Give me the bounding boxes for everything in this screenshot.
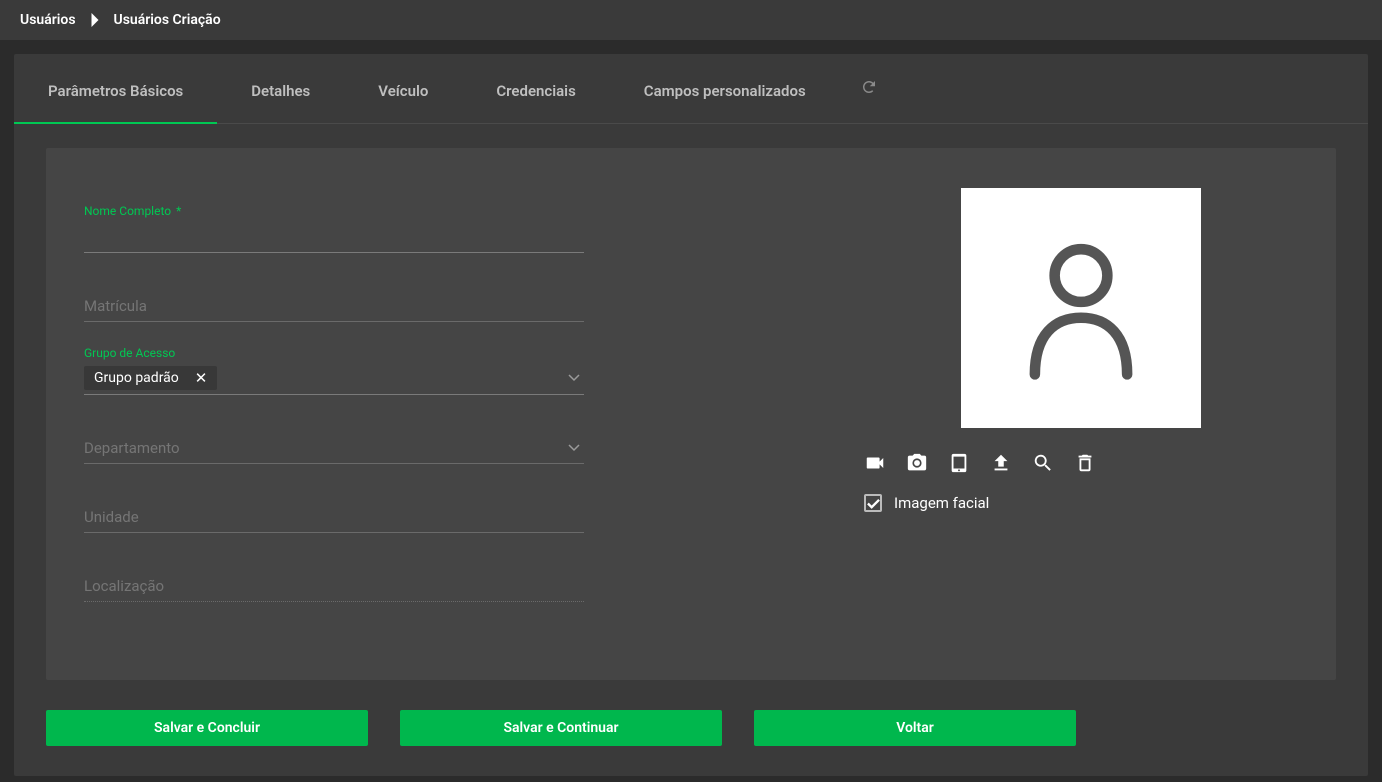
form-right: Imagem facial (584, 178, 1298, 640)
camera-icon (906, 452, 928, 474)
check-icon (867, 498, 880, 509)
nome-completo-label: Nome Completo * (84, 204, 584, 218)
field-nome-completo: Nome Completo * (84, 204, 584, 253)
photo-toolbar (864, 452, 1104, 478)
zoom-button[interactable] (1032, 452, 1054, 478)
video-camera-icon (864, 452, 886, 474)
chevron-down-icon (568, 367, 580, 386)
localizacao-input[interactable] (84, 571, 584, 602)
person-icon (1011, 236, 1151, 381)
main-panel: Parâmetros Básicos Detalhes Veículo Cred… (14, 54, 1368, 776)
unidade-input[interactable] (84, 502, 584, 533)
facial-image-row: Imagem facial (864, 494, 1104, 512)
grupo-chip: Grupo padrão ✕ (84, 366, 217, 390)
breadcrumb-root[interactable]: Usuários (20, 12, 76, 28)
tab-detalhes[interactable]: Detalhes (217, 54, 344, 124)
photo-placeholder (961, 188, 1201, 428)
tab-credenciais[interactable]: Credenciais (462, 54, 609, 124)
tab-campos-personalizados[interactable]: Campos personalizados (610, 54, 840, 124)
field-departamento (84, 433, 584, 464)
grupo-acesso-label: Grupo de Acesso (84, 346, 584, 360)
grupo-acesso-select[interactable]: Grupo padrão ✕ (84, 366, 584, 395)
camera-button[interactable] (906, 452, 928, 478)
field-unidade (84, 502, 584, 533)
facial-image-checkbox[interactable] (864, 494, 882, 512)
search-icon (1032, 452, 1054, 474)
tabs: Parâmetros Básicos Detalhes Veículo Cred… (14, 54, 1368, 124)
button-row: Salvar e Concluir Salvar e Continuar Vol… (14, 680, 1368, 776)
upload-icon (990, 452, 1012, 474)
grupo-chip-remove[interactable]: ✕ (195, 369, 208, 387)
trash-icon (1074, 452, 1096, 474)
nome-completo-input[interactable] (84, 224, 584, 253)
field-localizacao (84, 571, 584, 602)
tab-veiculo[interactable]: Veículo (344, 54, 462, 124)
chevron-right-icon (90, 13, 100, 27)
grupo-chip-label: Grupo padrão (94, 370, 179, 386)
facial-image-label: Imagem facial (894, 494, 989, 512)
matricula-input[interactable] (84, 291, 584, 322)
breadcrumb: Usuários Usuários Criação (0, 0, 1382, 40)
tab-parametros-basicos[interactable]: Parâmetros Básicos (14, 54, 217, 124)
field-grupo-acesso: Grupo de Acesso Grupo padrão ✕ (84, 346, 584, 395)
form-container: Nome Completo * Grupo de Acesso Grupo pa… (46, 148, 1336, 680)
field-matricula (84, 291, 584, 322)
refresh-icon (860, 78, 878, 96)
tablet-button[interactable] (948, 452, 970, 478)
delete-button[interactable] (1074, 452, 1096, 478)
save-continue-button[interactable]: Salvar e Continuar (400, 710, 722, 746)
upload-button[interactable] (990, 452, 1012, 478)
breadcrumb-current: Usuários Criação (114, 12, 221, 28)
refresh-button[interactable] (840, 78, 898, 100)
tablet-icon (948, 452, 970, 474)
form-left: Nome Completo * Grupo de Acesso Grupo pa… (84, 178, 584, 640)
save-finish-button[interactable]: Salvar e Concluir (46, 710, 368, 746)
back-button[interactable]: Voltar (754, 710, 1076, 746)
webcam-button[interactable] (864, 452, 886, 478)
departamento-select[interactable] (84, 433, 584, 464)
